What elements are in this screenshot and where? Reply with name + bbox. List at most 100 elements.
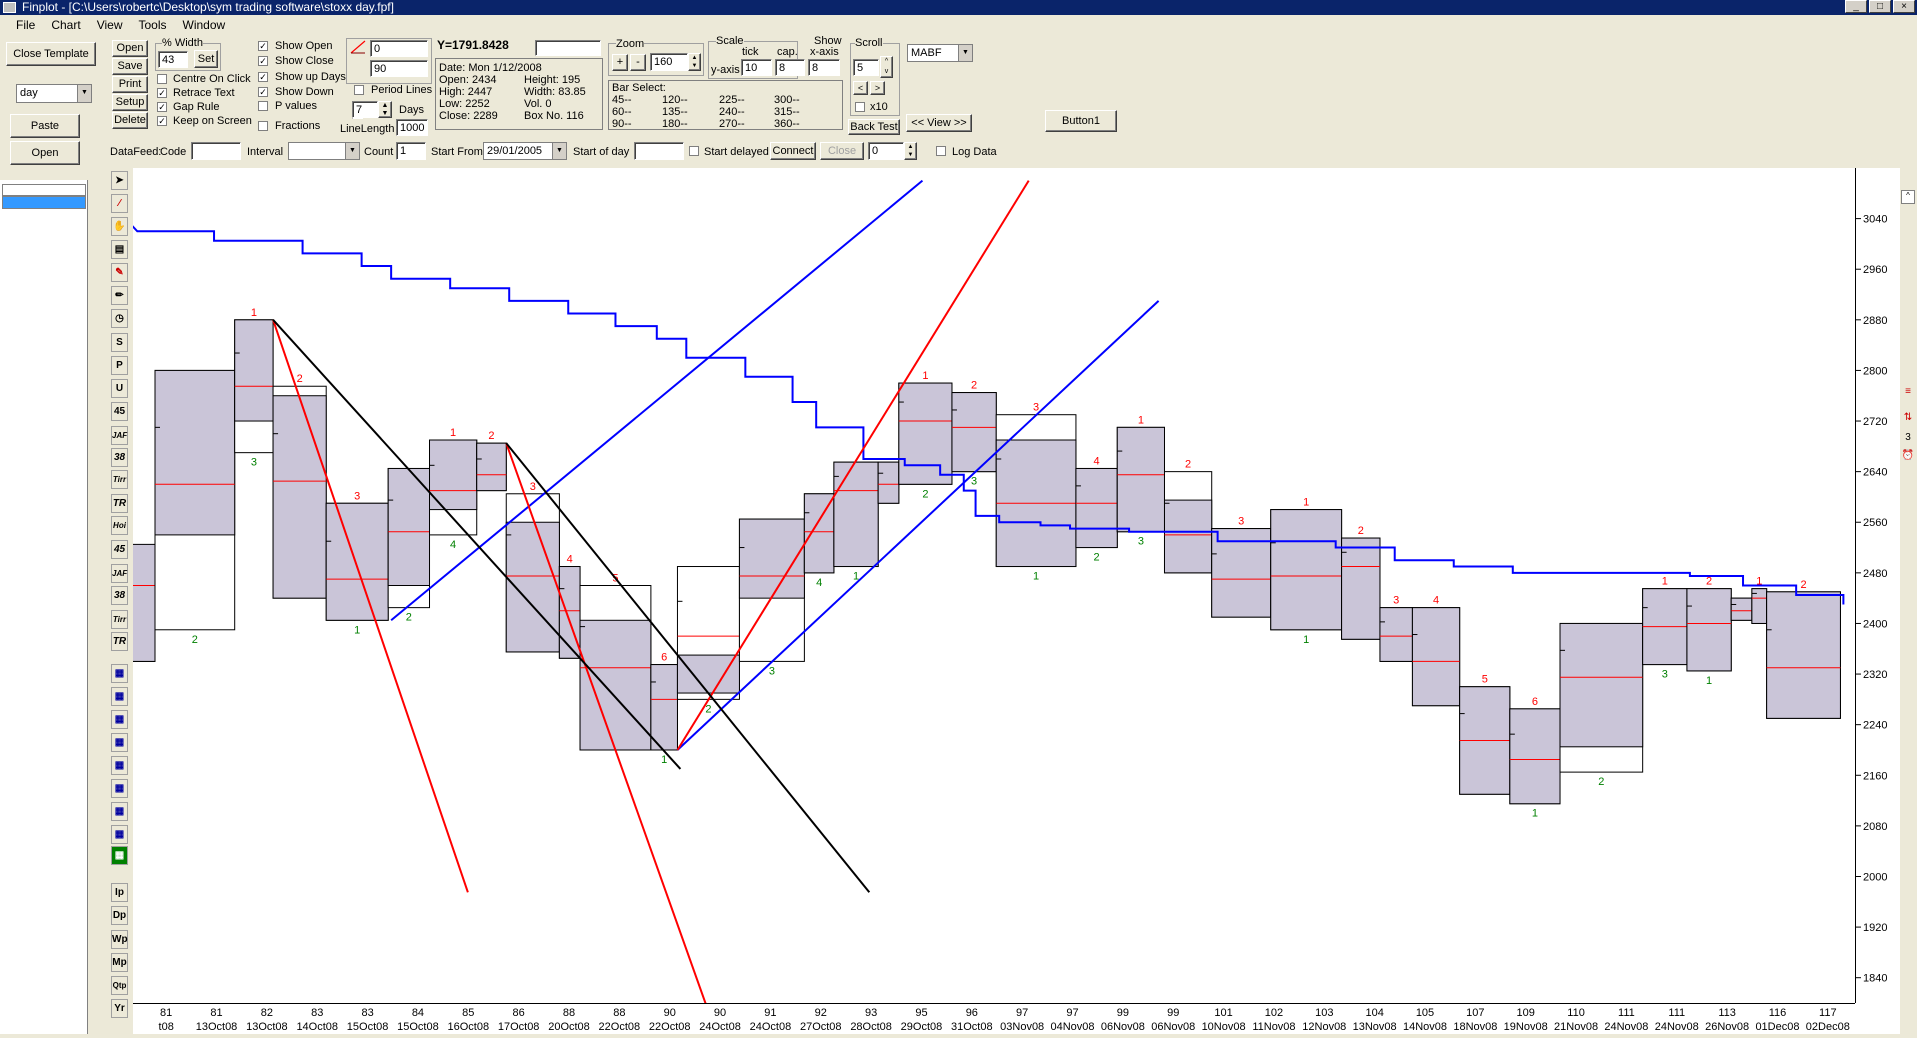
bar-select-135[interactable]: 135-- [662,106,688,118]
minimize-button[interactable]: _ [1845,0,1867,13]
tool-yr-19[interactable]: Yr [111,999,128,1018]
tool-u-2[interactable]: U [111,379,128,398]
timeframe-select[interactable]: day ▼ [16,84,92,103]
pen-tool-icon[interactable]: ✎ [111,263,128,282]
maximize-button[interactable]: □ [1869,0,1891,13]
centre-on-click-checkbox[interactable] [157,74,167,84]
grid-icon[interactable]: ▦ [111,846,128,865]
line-tool-icon[interactable]: ∕ [111,194,128,213]
bar-select-240[interactable]: 240-- [719,106,745,118]
feed-number-spinner[interactable]: ▲ ▼ [904,142,917,160]
start-from-select[interactable]: 29/01/2005 ▼ [483,142,567,160]
back-test-button[interactable]: Back Test [848,119,900,135]
tool-45-9[interactable]: 45 [111,540,128,559]
code-input[interactable] [191,142,241,160]
tool-38-5[interactable]: 38 [111,448,128,467]
tool-tr-7[interactable]: TR [111,494,128,513]
tool-hoi-8[interactable]: Hoi [111,516,128,535]
mabf-select[interactable]: MABF ▼ [907,44,973,62]
p-values-checkbox[interactable] [258,101,268,111]
tool-jaf-10[interactable]: JAF [111,564,128,583]
open-button[interactable]: Open [112,40,148,57]
hand-tool-icon[interactable]: ✋ [111,217,128,236]
chart-layout-icon-6[interactable]: ▦ [111,802,128,821]
show-open-checkbox[interactable]: ✓ [258,41,268,51]
interval-select[interactable]: ▼ [288,142,360,160]
scroll-up-button[interactable]: ^ [1901,190,1915,204]
keep-on-screen-checkbox[interactable]: ✓ [157,116,167,126]
tool-mp-17[interactable]: Mp [111,953,128,972]
template-list-row-selected[interactable] [2,196,86,209]
drag-icon[interactable]: ⇅ [1901,412,1915,428]
tool-tr-13[interactable]: TR [111,632,128,651]
chart-layout-icon-4[interactable]: ▦ [111,756,128,775]
x10-checkbox[interactable] [855,102,865,112]
tool-38-11[interactable]: 38 [111,586,128,605]
angle-input-1[interactable]: 0 [370,40,428,57]
view-button[interactable]: << View >> [906,114,972,132]
zoom-out-button[interactable]: - [630,54,646,71]
button1[interactable]: Button1 [1045,110,1117,132]
chart-layout-icon-5[interactable]: ▦ [111,779,128,798]
tool-ip-14[interactable]: Ip [111,883,128,902]
chart-layout-icon-3[interactable]: ▦ [111,733,128,752]
zoom-spinner[interactable]: ▲ ▼ [688,53,701,71]
show-down-checkbox[interactable]: ✓ [258,87,268,97]
close-feed-button[interactable]: Close [820,142,864,160]
log-data-checkbox[interactable] [936,146,946,156]
bar-select-120[interactable]: 120-- [662,94,688,106]
count-input[interactable]: 1 [396,142,426,160]
chart-layout-icon-2[interactable]: ▦ [111,710,128,729]
tool-jaf-4[interactable]: JAF [111,426,128,445]
bar-select-300[interactable]: 300-- [774,94,800,106]
lines-icon[interactable]: ≡ [1901,386,1915,402]
close-template-button[interactable]: Close Template [6,42,96,66]
set-width-button[interactable]: Set [194,50,218,68]
period-lines-checkbox[interactable] [354,85,364,95]
linelength-input[interactable]: 1000 [396,119,428,136]
bar-select-180[interactable]: 180-- [662,118,688,130]
print-button[interactable]: Print [112,76,148,93]
menu-file[interactable]: File [10,15,41,35]
feed-number-input[interactable]: 0 [868,142,904,160]
bar-select-45[interactable]: 45-- [612,94,632,106]
chart-layout-icon-1[interactable]: ▦ [111,687,128,706]
width-input[interactable]: 43 [158,51,188,68]
scroll-right-button[interactable]: > [870,81,885,95]
chart-layout-icon-0[interactable]: ▦ [111,664,128,683]
show-xaxis-input[interactable]: 8 [808,59,840,76]
zoom-input[interactable]: 160 [650,53,688,71]
box-chart[interactable]: 2132312142345612341122331421323112345612… [133,168,1855,1003]
show-up-days-checkbox[interactable]: ✓ [258,72,268,82]
menu-view[interactable]: View [91,15,129,35]
tool-wp-16[interactable]: Wp [111,930,128,949]
arrow-tool-icon[interactable]: ➤ [111,171,128,190]
setup-button[interactable]: Setup [112,94,148,111]
bar-select-360[interactable]: 360-- [774,118,800,130]
scroll-left-button[interactable]: < [853,81,868,95]
tool-45-3[interactable]: 45 [111,402,128,421]
bar-select-225[interactable]: 225-- [719,94,745,106]
scroll-spinner[interactable]: ^ v [880,56,893,78]
chart-layout-icon-7[interactable]: ▦ [111,825,128,844]
menu-window[interactable]: Window [177,15,232,35]
menu-chart[interactable]: Chart [45,15,86,35]
bar-select-315[interactable]: 315-- [774,106,800,118]
save-button[interactable]: Save [112,58,148,75]
tool-qtp-18[interactable]: Qtp [111,976,128,995]
close-window-button[interactable]: × [1893,0,1915,13]
zoom-in-button[interactable]: + [612,54,628,71]
number-3-icon[interactable]: 3 [1901,432,1915,448]
days-spinner[interactable]: ▲ ▼ [378,101,392,118]
box-tool-icon[interactable]: ▤ [111,240,128,259]
alarm-clock-icon[interactable]: ⏰ [1901,450,1915,466]
scroll-input[interactable]: 5 [853,59,879,76]
menu-tools[interactable]: Tools [132,15,172,35]
bar-select-60[interactable]: 60-- [612,106,632,118]
tool-p-1[interactable]: P [111,356,128,375]
show-close-checkbox[interactable]: ✓ [258,56,268,66]
pencil-tool-icon[interactable]: ✏ [111,286,128,305]
scale-tick-input[interactable]: 10 [741,59,772,76]
connect-button[interactable]: Connect [770,142,816,160]
template-list-row[interactable] [2,184,86,196]
